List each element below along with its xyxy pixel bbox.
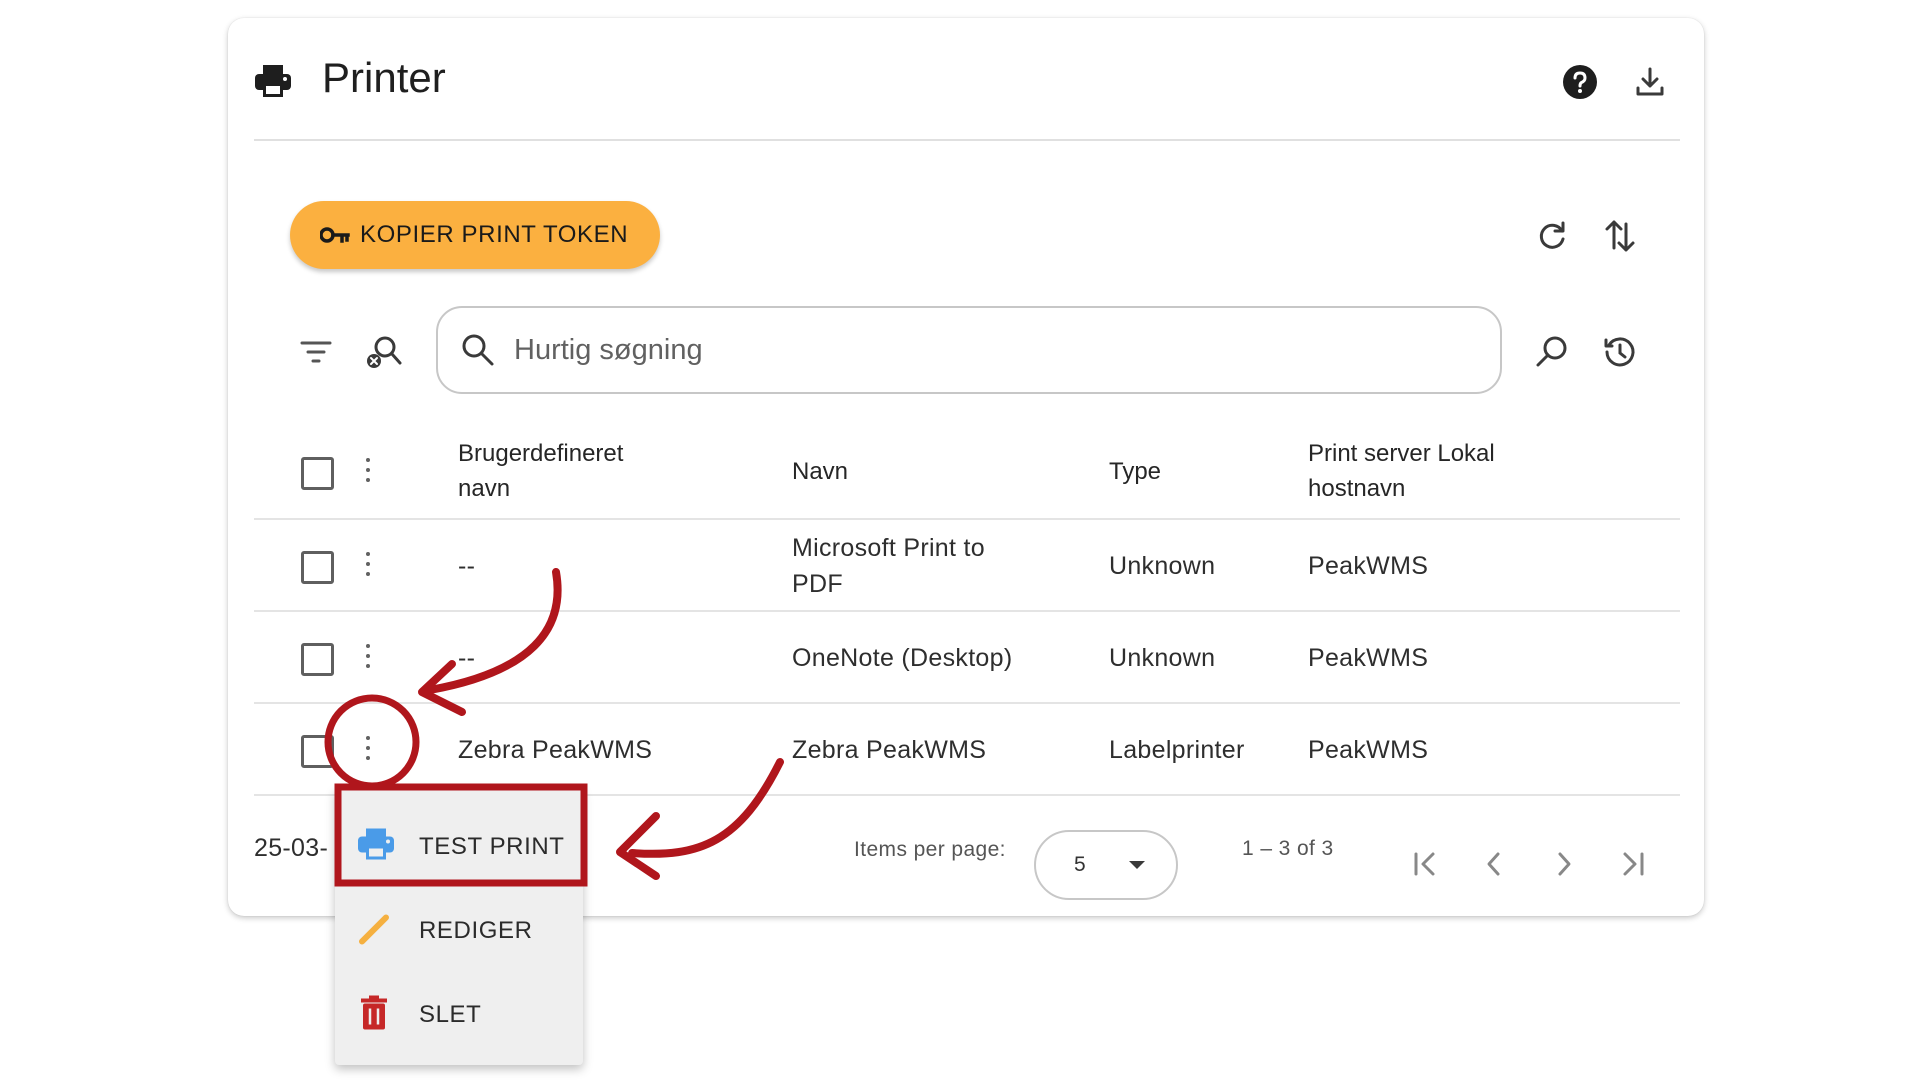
- menu-item-label: TEST PRINT: [419, 833, 565, 860]
- chevron-left-icon: [1487, 852, 1500, 876]
- copy-print-token-button[interactable]: KOPIER PRINT TOKEN: [290, 201, 660, 269]
- trash-icon: [357, 995, 391, 1036]
- row-options-icon[interactable]: [358, 636, 378, 676]
- header-divider: [254, 139, 1680, 141]
- swap-vertical-icon: [1605, 220, 1635, 252]
- filter-button[interactable]: [296, 332, 336, 372]
- cell-custom-name: Zebra PeakWMS: [458, 736, 653, 764]
- printer-icon: [357, 828, 395, 867]
- row-context-menu: TEST PRINT REDIGER SLET: [335, 788, 583, 1065]
- menu-item-test-print[interactable]: TEST PRINT: [335, 812, 583, 882]
- column-header-name[interactable]: Navn: [792, 454, 848, 489]
- search-history-button[interactable]: [1598, 330, 1642, 374]
- cell-host: PeakWMS: [1308, 736, 1429, 764]
- menu-item-edit[interactable]: REDIGER: [335, 896, 583, 966]
- sort-button[interactable]: [1598, 214, 1642, 258]
- key-icon: [320, 226, 350, 244]
- first-page-button[interactable]: [1406, 844, 1446, 884]
- help-circle-icon: [1563, 65, 1597, 99]
- row-divider: [254, 610, 1680, 612]
- dropdown-arrow-icon: [1128, 860, 1146, 870]
- row-options-icon[interactable]: [358, 544, 378, 584]
- row-divider: [254, 518, 1680, 520]
- cell-custom-name: --: [458, 552, 476, 580]
- column-header-host[interactable]: Print server Lokal hostnavn: [1308, 436, 1495, 506]
- items-per-page-value: 5: [1074, 853, 1086, 876]
- quick-search-input[interactable]: [512, 332, 1416, 368]
- cell-host: PeakWMS: [1308, 552, 1429, 580]
- pencil-icon: [357, 911, 393, 952]
- chevron-right-icon: [1558, 852, 1571, 876]
- cell-host: PeakWMS: [1308, 644, 1429, 672]
- row-checkbox[interactable]: [301, 551, 334, 584]
- cell-name: Microsoft Print to PDF: [792, 534, 985, 598]
- advanced-search-button[interactable]: [1530, 330, 1574, 374]
- row-checkbox[interactable]: [301, 735, 334, 768]
- previous-page-button[interactable]: [1474, 844, 1514, 884]
- cell-name: Zebra PeakWMS: [792, 736, 987, 764]
- refresh-icon: [1539, 221, 1565, 249]
- row-options-icon[interactable]: [358, 728, 378, 768]
- row-divider: [254, 702, 1680, 704]
- clear-search-button[interactable]: [362, 330, 406, 374]
- cell-custom-name: --: [458, 644, 476, 672]
- last-page-button[interactable]: [1612, 844, 1652, 884]
- row-checkbox[interactable]: [301, 643, 334, 676]
- zoom-search-icon: [1536, 336, 1567, 367]
- next-page-button[interactable]: [1544, 844, 1584, 884]
- header-options-icon[interactable]: [358, 450, 378, 490]
- menu-item-label: SLET: [419, 1001, 482, 1028]
- quick-search-field[interactable]: [436, 306, 1502, 394]
- download-button[interactable]: [1628, 60, 1672, 104]
- search-clear-icon: [367, 336, 402, 368]
- refresh-button[interactable]: [1530, 214, 1574, 258]
- items-per-page-select[interactable]: 5: [1034, 830, 1178, 900]
- menu-item-delete[interactable]: SLET: [335, 980, 583, 1050]
- column-header-type[interactable]: Type: [1109, 454, 1161, 489]
- filter-icon: [300, 341, 332, 363]
- select-all-checkbox[interactable]: [301, 457, 334, 490]
- last-page-icon: [1623, 852, 1644, 876]
- cell-name: OneNote (Desktop): [792, 644, 1013, 672]
- cell-type: Unknown: [1109, 552, 1216, 580]
- column-header-custom-name[interactable]: Brugerdefineret navn: [458, 436, 623, 506]
- items-per-page-label: Items per page:: [854, 838, 1006, 861]
- menu-item-label: REDIGER: [419, 917, 533, 944]
- copy-print-token-label: KOPIER PRINT TOKEN: [360, 221, 629, 248]
- cell-type: Unknown: [1109, 644, 1216, 672]
- history-icon: [1604, 337, 1635, 367]
- first-page-icon: [1414, 852, 1435, 876]
- help-button[interactable]: [1558, 60, 1602, 104]
- download-icon: [1636, 67, 1664, 96]
- footer-date: 25-03-: [254, 834, 329, 862]
- page-range: 1 – 3 of 3: [1242, 837, 1334, 860]
- printer-icon: [254, 63, 292, 104]
- printer-card: Printer KOPIER PRINT TOKEN Hurtig søgnin…: [228, 18, 1704, 916]
- cell-type: Labelprinter: [1109, 736, 1245, 764]
- search-icon: [460, 332, 496, 368]
- page-title: Printer: [322, 54, 446, 101]
